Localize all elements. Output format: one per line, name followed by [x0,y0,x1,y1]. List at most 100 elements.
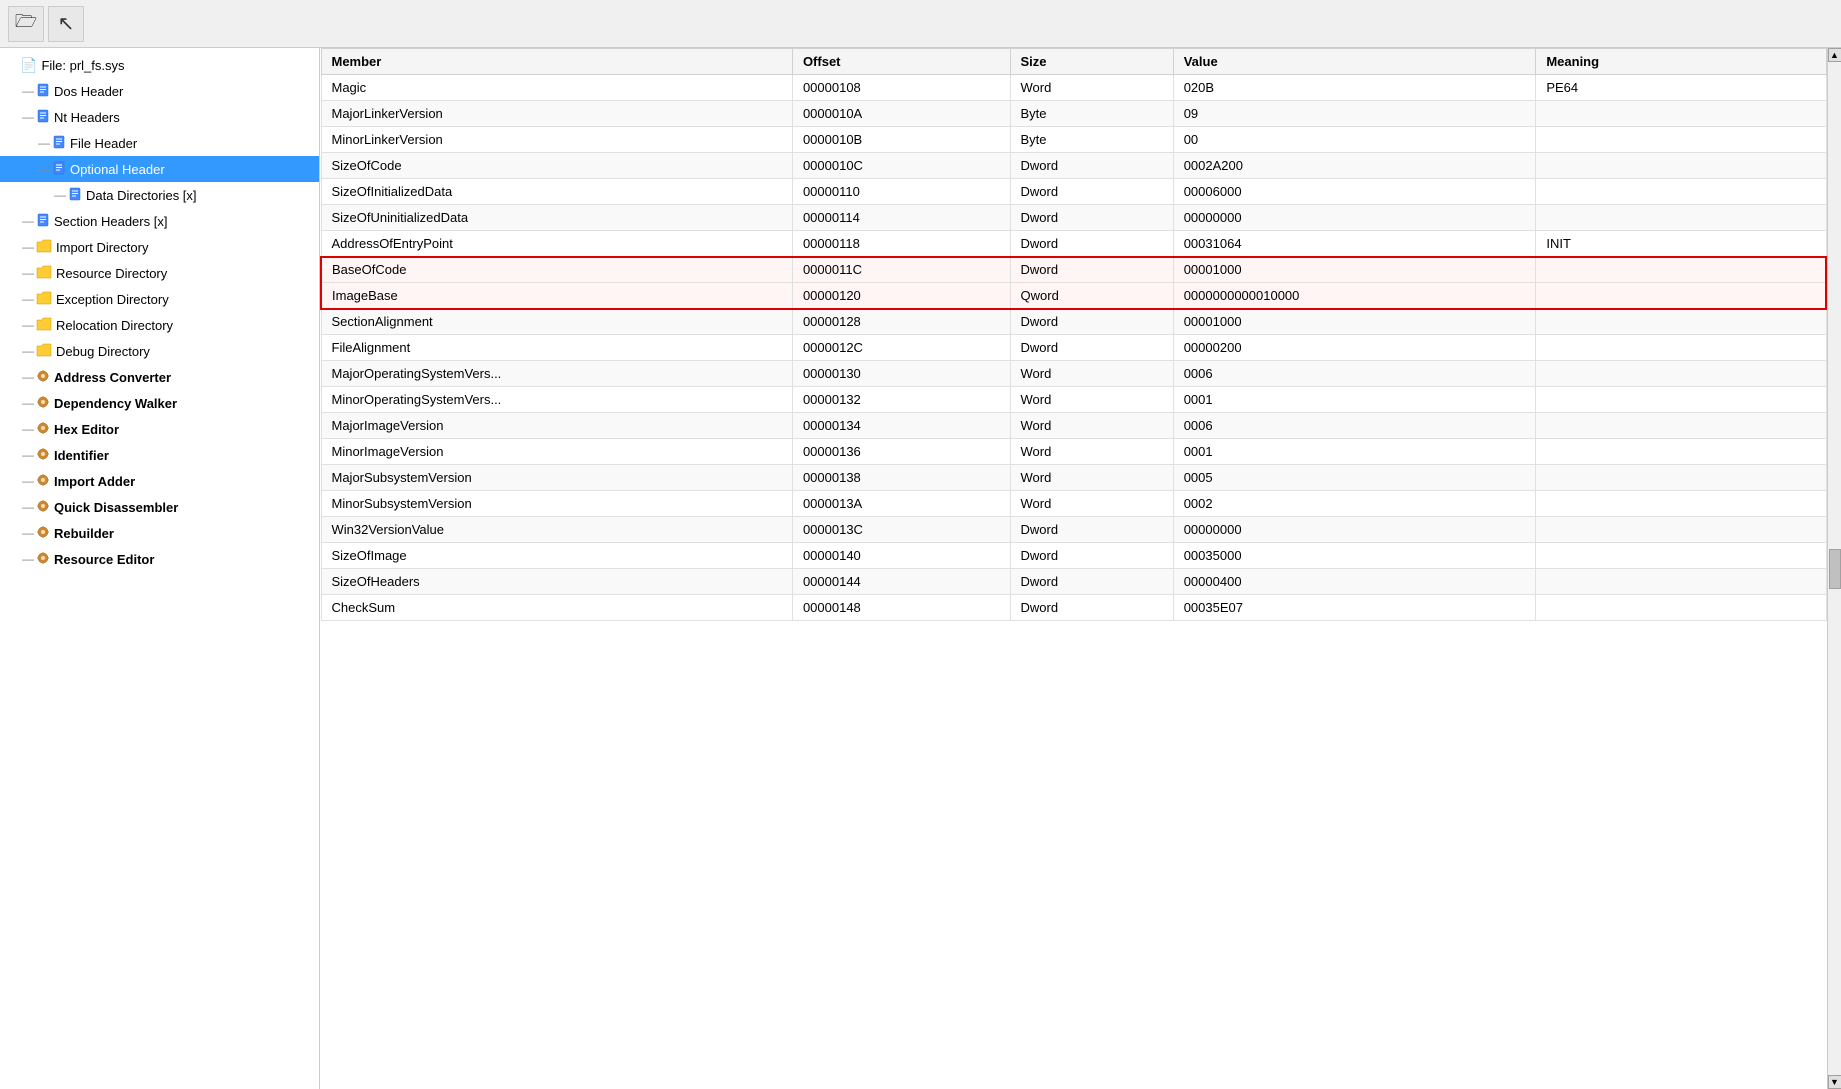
sidebar-item-label: Relocation Directory [56,318,173,333]
table-row[interactable]: MinorImageVersion00000136Word0001 [321,439,1826,465]
table-cell-value: 09 [1173,101,1536,127]
table-cell-offset: 00000128 [792,309,1010,335]
sidebar-item-import-adder[interactable]: —Import Adder [0,468,319,494]
tree-icon-doc [36,83,50,100]
table-row[interactable]: MinorOperatingSystemVers...00000132Word0… [321,387,1826,413]
sidebar-item-import-directory[interactable]: —Import Directory [0,234,319,260]
table-cell-member: MajorImageVersion [321,413,792,439]
content-panel[interactable]: MemberOffsetSizeValueMeaning Magic000001… [320,48,1827,1089]
sidebar-item-nt-headers[interactable]: —Nt Headers [0,104,319,130]
table-row[interactable]: MinorSubsystemVersion0000013AWord0002 [321,491,1826,517]
table-cell-size: Dword [1010,595,1173,621]
table-cell-offset: 0000013C [792,517,1010,543]
sidebar-item-rebuilder[interactable]: —Rebuilder [0,520,319,546]
sidebar-item-label: Resource Directory [56,266,167,281]
table-row[interactable]: ImageBase00000120Qword0000000000010000 [321,283,1826,309]
table-row[interactable]: Magic00000108Word020BPE64 [321,75,1826,101]
sidebar-item-file-header[interactable]: —File Header [0,130,319,156]
tree-icon-tool [36,421,50,438]
table-row[interactable]: SizeOfInitializedData00000110Dword000060… [321,179,1826,205]
sidebar-item-relocation-directory[interactable]: — Relocation Directory [0,312,319,338]
sidebar-item-resource-directory[interactable]: — Resource Directory [0,260,319,286]
sidebar-item-data-directories[interactable]: —Data Directories [x] [0,182,319,208]
table-row[interactable]: CheckSum00000148Dword00035E07 [321,595,1826,621]
table-cell-meaning [1536,257,1826,283]
table-cell-member: AddressOfEntryPoint [321,231,792,257]
table-cell-offset: 00000120 [792,283,1010,309]
tree-icon-folder [36,291,52,308]
table-row[interactable]: SectionAlignment00000128Dword00001000 [321,309,1826,335]
sidebar-item-exception-directory[interactable]: —Exception Directory [0,286,319,312]
sidebar-item-dos-header[interactable]: —Dos Header [0,78,319,104]
table-row[interactable]: MinorLinkerVersion0000010BByte00 [321,127,1826,153]
table-cell-member: SizeOfHeaders [321,569,792,595]
tree-icon-tool [36,395,50,412]
tree-arrow: — [22,240,36,254]
sidebar-item-section-headers[interactable]: —Section Headers [x] [0,208,319,234]
sidebar-item-label: Quick Disassembler [54,500,178,515]
tree-arrow: — [22,344,36,358]
sidebar-item-label: Identifier [54,448,109,463]
table-cell-member: SizeOfUninitializedData [321,205,792,231]
table-cell-value: 00035000 [1173,543,1536,569]
sidebar-item-quick-disassembler[interactable]: —Quick Disassembler [0,494,319,520]
table-row[interactable]: FileAlignment0000012CDword00000200 [321,335,1826,361]
sidebar-item-optional-header[interactable]: — Optional Header [0,156,319,182]
sidebar-item-identifier[interactable]: —Identifier [0,442,319,468]
tree-arrow: — [22,266,36,280]
table-row[interactable]: MajorImageVersion00000134Word0006 [321,413,1826,439]
table-row[interactable]: SizeOfCode0000010CDword0002A200 [321,153,1826,179]
sidebar-item-label: Nt Headers [54,110,120,125]
table-row[interactable]: MajorOperatingSystemVers...00000130Word0… [321,361,1826,387]
toolbar-btn-cursor[interactable]: ↖ [48,6,84,42]
table-cell-member: FileAlignment [321,335,792,361]
scrollbar-vertical[interactable]: ▲ ▼ [1827,48,1841,1089]
table-cell-meaning [1536,543,1826,569]
table-row[interactable]: BaseOfCode0000011CDword00001000 [321,257,1826,283]
sidebar-item-debug-directory[interactable]: — Debug Directory [0,338,319,364]
table-cell-value: 00031064 [1173,231,1536,257]
tree-icon-doc [36,109,50,126]
table-row[interactable]: SizeOfImage00000140Dword00035000 [321,543,1826,569]
table-row[interactable]: Win32VersionValue0000013CDword00000000 [321,517,1826,543]
tree-arrow: — [22,318,36,332]
table-cell-member: MinorImageVersion [321,439,792,465]
table-cell-offset: 0000011C [792,257,1010,283]
sidebar-item-label: Exception Directory [56,292,169,307]
sidebar-item-dependency-walker[interactable]: —Dependency Walker [0,390,319,416]
tree-arrow: — [22,214,36,228]
tree-icon-doc [36,213,50,230]
table-cell-size: Dword [1010,335,1173,361]
tree-arrow: — [22,370,36,384]
sidebar-item-hex-editor[interactable]: —Hex Editor [0,416,319,442]
table-header-member: Member [321,49,792,75]
table-cell-member: MajorLinkerVersion [321,101,792,127]
table-cell-meaning: INIT [1536,231,1826,257]
table-cell-meaning [1536,439,1826,465]
table-cell-offset: 00000130 [792,361,1010,387]
table-cell-value: 00 [1173,127,1536,153]
table-cell-value: 00000000 [1173,517,1536,543]
sidebar-item-label: Rebuilder [54,526,114,541]
table-row[interactable]: MajorLinkerVersion0000010AByte09 [321,101,1826,127]
table-cell-size: Dword [1010,153,1173,179]
sidebar-item-label: Optional Header [70,162,165,177]
toolbar-btn-open[interactable]: 🗁 [8,6,44,42]
sidebar-item-resource-editor[interactable]: —Resource Editor [0,546,319,572]
table-row[interactable]: SizeOfHeaders00000144Dword00000400 [321,569,1826,595]
table-cell-member: SectionAlignment [321,309,792,335]
table-cell-member: ImageBase [321,283,792,309]
table-cell-offset: 00000132 [792,387,1010,413]
table-row[interactable]: SizeOfUninitializedData00000114Dword0000… [321,205,1826,231]
table-cell-meaning [1536,595,1826,621]
sidebar-item-label: Debug Directory [56,344,150,359]
tree-arrow: — [38,162,52,176]
table-cell-size: Dword [1010,179,1173,205]
tree-icon-doc [68,187,82,204]
sidebar-item-address-converter[interactable]: —Address Converter [0,364,319,390]
table-cell-value: 0006 [1173,361,1536,387]
table-row[interactable]: AddressOfEntryPoint00000118Dword00031064… [321,231,1826,257]
sidebar-item-file[interactable]: 📄File: prl_fs.sys [0,52,319,78]
table-cell-offset: 0000010C [792,153,1010,179]
table-row[interactable]: MajorSubsystemVersion00000138Word0005 [321,465,1826,491]
